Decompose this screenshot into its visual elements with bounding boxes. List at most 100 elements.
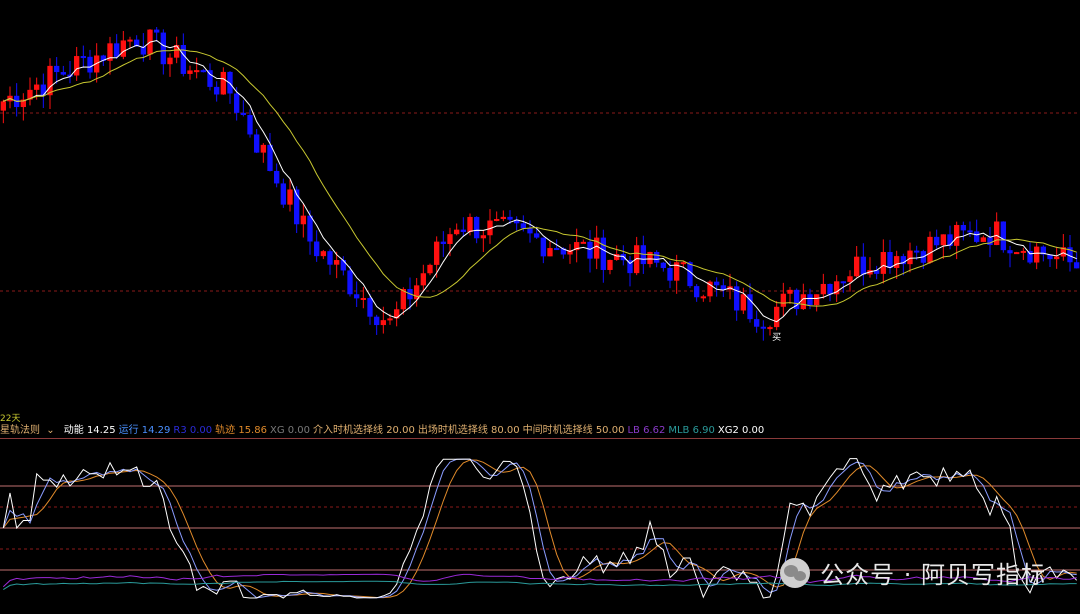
candle-body [587, 241, 593, 259]
candle-body [114, 43, 120, 57]
candle-body [480, 235, 486, 239]
candle-body [120, 40, 126, 57]
candle-body [47, 65, 53, 96]
candle-body [1020, 250, 1026, 253]
candle-body [460, 229, 466, 232]
candle-body [787, 289, 793, 294]
candle-body [987, 237, 993, 246]
candle-body [507, 216, 513, 220]
candle-body [700, 296, 706, 299]
candle-body [1014, 252, 1020, 255]
candle-body [440, 241, 446, 245]
candle-body [814, 294, 820, 306]
candle-body [1000, 221, 1006, 251]
indicator-item-5: 介入时机选择线 20.00 [313, 425, 415, 436]
candle-body [1054, 256, 1060, 260]
price-chart[interactable]: 买 [0, 0, 1080, 424]
candle-body [754, 319, 760, 327]
candle-body [927, 236, 933, 263]
candle-body [1027, 250, 1033, 263]
ma-fast-line [3, 39, 1077, 323]
candle-body [940, 234, 946, 246]
candle-body [260, 144, 266, 153]
candle-body [334, 260, 340, 265]
candle-body [667, 268, 673, 281]
candle-body [607, 259, 613, 270]
candle-body [760, 326, 766, 329]
candle-body [320, 251, 326, 257]
candle-body [360, 297, 366, 300]
candle-body [34, 84, 40, 90]
candle-body [934, 236, 940, 246]
candle-body [807, 294, 813, 306]
days-label: 22天 [0, 414, 21, 424]
candle-body [840, 281, 846, 284]
candle-body [380, 320, 386, 326]
chevron-down-icon[interactable]: ⌄ [46, 425, 54, 436]
indicator-title: 星轨法则 [0, 425, 40, 436]
candle-body [520, 223, 526, 229]
buy-signal: 买 [772, 332, 781, 343]
candle-body [434, 241, 440, 265]
candle-body [1074, 262, 1080, 269]
candle-body [994, 221, 1000, 246]
candle-body [367, 297, 373, 317]
candle-body [447, 234, 453, 245]
candle-body [154, 29, 160, 33]
candle-body [220, 71, 226, 95]
candle-body [554, 248, 560, 251]
candle-body [387, 318, 393, 321]
candle-body [947, 234, 953, 246]
candle-body [660, 262, 666, 269]
indicator-item-2: R3 0.00 [173, 425, 213, 436]
candle-body [1034, 246, 1040, 263]
candle-body [74, 56, 80, 76]
candle-body [0, 101, 7, 111]
candle-body [127, 39, 133, 42]
candle-body [427, 264, 433, 274]
candle-body [234, 93, 240, 113]
candle-body [474, 216, 480, 239]
candle-body [914, 250, 920, 253]
candle-body [967, 230, 973, 233]
candle-body [354, 294, 360, 299]
indicator-values: 动能 14.25 运行 14.29 R3 0.00 轨迹 15.86 XG 0.00 介入… [64, 425, 768, 436]
candle-body [187, 70, 193, 74]
indicator-bar: 星轨法则 ⌄ 动能 14.25 运行 14.29 R3 0.00 轨迹 15.86 XG… [0, 424, 1080, 438]
wechat-icon [780, 557, 811, 588]
candle-body [974, 231, 980, 242]
candle-body [327, 251, 333, 265]
candle-body [240, 112, 246, 115]
candle-body [194, 70, 200, 73]
ma-slow-line [3, 49, 1077, 307]
candle-body [420, 273, 426, 286]
candle-body [254, 134, 260, 153]
candle-body [687, 262, 693, 287]
candle-body [534, 233, 540, 238]
candle-body [740, 294, 746, 311]
candle-body [800, 294, 806, 310]
indicator-item-8: LB 6.62 [627, 425, 666, 436]
indicator-item-7: 中间时机选择线 50.00 [522, 425, 625, 436]
candle-body [860, 256, 866, 275]
candle-body [960, 224, 966, 231]
candle-body [694, 286, 700, 298]
candle-body [287, 189, 293, 205]
indicator-item-1: 运行 14.29 [118, 425, 171, 436]
candle-body [540, 237, 546, 257]
candle-body [907, 250, 913, 265]
indicator-item-10: XG2 0.00 [717, 425, 765, 436]
candle-body [200, 70, 206, 73]
candle-body [60, 72, 66, 75]
candle-body [467, 216, 473, 232]
candle-body [347, 270, 353, 295]
candle-body [167, 57, 173, 65]
candle-body [680, 262, 686, 265]
candle-body [827, 283, 833, 295]
candle-body [307, 215, 313, 242]
indicator-name[interactable]: 星轨法则 ⌄ [0, 425, 61, 436]
candle-body [767, 327, 773, 330]
candle-body [174, 44, 180, 58]
candle-body [374, 316, 380, 326]
candle-body [160, 32, 166, 65]
